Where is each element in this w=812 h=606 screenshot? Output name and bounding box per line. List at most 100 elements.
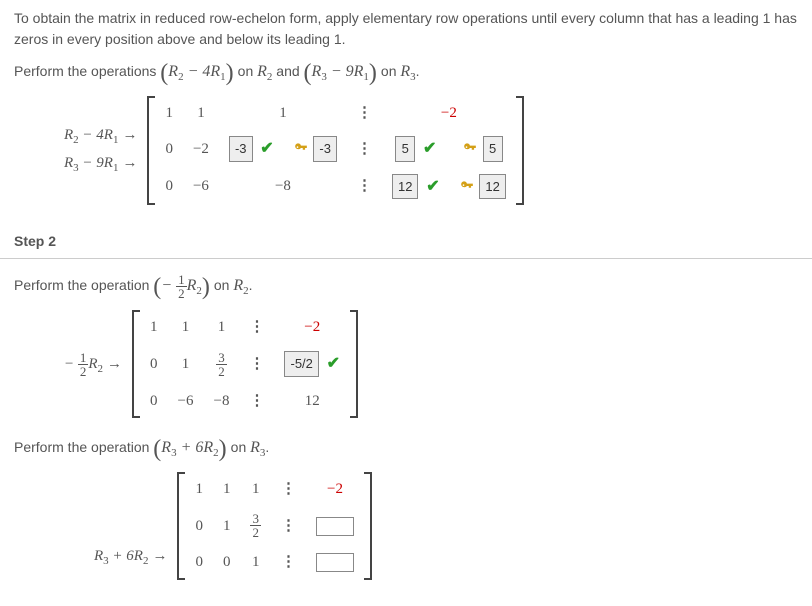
m-cell: 1 — [240, 472, 271, 507]
aug-sep: ⋮ — [239, 345, 274, 384]
ans-box[interactable]: -3 — [229, 136, 253, 162]
answer-cell: -3 ✔ — [219, 130, 284, 168]
on-r: R3 — [250, 439, 265, 456]
step2a-matrix-block: − 12R2→ 1 1 1 ⋮ −2 0 1 32 ⋮ -5/2 ✔ 0 −6 — [64, 310, 798, 418]
check-icon: ✔ — [422, 178, 439, 195]
m-cell: 1 — [185, 472, 213, 507]
m-cell: 0 — [213, 545, 241, 580]
answer-input[interactable] — [316, 553, 354, 572]
m-cell: 0 — [185, 506, 213, 545]
answer-cell — [306, 545, 364, 580]
on-r2: R2 — [257, 63, 272, 80]
aug-sep: ⋮ — [271, 545, 306, 580]
intro-text: To obtain the matrix in reduced row-eche… — [14, 8, 798, 50]
m-cell: 0 — [140, 345, 168, 384]
mid-text: on — [238, 63, 257, 79]
tail-dot: . — [249, 277, 253, 293]
m-cell: 1 — [183, 96, 219, 131]
m-aug: −2 — [382, 96, 516, 131]
step2b-perform: Perform the operation (R3 + 6R2) on R3. — [14, 436, 798, 462]
aug-sep: ⋮ — [347, 96, 382, 131]
m-cell: 1 — [155, 96, 183, 131]
m-cell: 1 — [213, 472, 241, 507]
m-cell: 32 — [204, 345, 240, 384]
ans-box[interactable]: 5 — [395, 136, 415, 162]
m-cell: −6 — [183, 168, 219, 206]
bracket-left — [132, 310, 140, 418]
step2a-perform: Perform the operation (− 12R2) on R2. — [14, 273, 798, 300]
op1-expr: (R2 − 4R1) — [160, 63, 237, 80]
m-cell: 32 — [240, 506, 271, 545]
m-aug: 12 — [274, 384, 350, 419]
perform-text: Perform the operations — [14, 63, 160, 79]
aug-sep: ⋮ — [239, 310, 274, 345]
key-icon — [460, 178, 474, 192]
m-cell: 0 — [155, 130, 183, 168]
answer-cell: -5/2 ✔ — [274, 345, 350, 384]
answer-cell — [306, 506, 364, 545]
m-cell: 1 — [168, 345, 204, 384]
step1-perform: Perform the operations (R2 − 4R1) on R2 … — [14, 60, 798, 86]
perform-text: Perform the operation — [14, 439, 153, 455]
step2a-matrix: 1 1 1 ⋮ −2 0 1 32 ⋮ -5/2 ✔ 0 −6 −8 ⋮ 12 — [140, 310, 350, 418]
op-expr: (R3 + 6R2) — [153, 439, 230, 456]
aug-sep: ⋮ — [239, 384, 274, 419]
step2b-row-ops: R3 + 6R2→ — [94, 541, 167, 574]
on-r3: R3 — [400, 63, 415, 80]
op-expr: (− 12R2) — [153, 277, 214, 294]
tail-dot: . — [265, 439, 269, 455]
key-icon — [294, 140, 308, 154]
mid2-text: on — [381, 63, 400, 79]
m-cell: 0 — [185, 545, 213, 580]
mid-text: on — [231, 439, 250, 455]
op2-expr: (R3 − 9R1) — [304, 63, 381, 80]
m-aug: −2 — [274, 310, 350, 345]
m-cell: 1 — [204, 310, 240, 345]
answer-input[interactable] — [316, 517, 354, 536]
key-cell: 12 — [450, 168, 516, 206]
key-icon — [463, 140, 477, 154]
mid-text: on — [214, 277, 233, 293]
aug-sep: ⋮ — [347, 130, 382, 168]
aug-sep: ⋮ — [271, 472, 306, 507]
bracket-right — [350, 310, 358, 418]
m-cell: 1 — [219, 96, 347, 131]
ans-box[interactable]: 12 — [479, 174, 505, 200]
ans-box[interactable]: 12 — [392, 174, 418, 200]
m-cell: 1 — [240, 545, 271, 580]
key-cell: -3 — [284, 130, 347, 168]
and-text: and — [276, 63, 303, 79]
perform-text: Perform the operation — [14, 277, 153, 293]
step2a-row-ops: − 12R2→ — [64, 347, 122, 382]
step2-header: Step 2 — [0, 225, 812, 259]
on-r: R2 — [233, 277, 248, 294]
m-cell: 0 — [155, 168, 183, 206]
ans-box[interactable]: 5 — [483, 136, 503, 162]
m-cell: 0 — [140, 384, 168, 419]
bracket-left — [177, 472, 185, 580]
bracket-right — [364, 472, 372, 580]
answer-cell: 5 ✔ — [382, 130, 450, 168]
aug-sep: ⋮ — [347, 168, 382, 206]
aug-sep: ⋮ — [271, 506, 306, 545]
tail-dot: . — [416, 63, 420, 79]
check-icon: ✔ — [256, 140, 273, 157]
step2b-matrix-block: R3 + 6R2→ 1 1 1 ⋮ −2 0 1 32 ⋮ 0 0 1 ⋮ — [94, 472, 798, 580]
key-cell: 5 — [450, 130, 516, 168]
ans-box[interactable]: -5/2 — [284, 351, 318, 377]
m-aug: −2 — [306, 472, 364, 507]
m-cell: 1 — [213, 506, 241, 545]
m-cell: 1 — [168, 310, 204, 345]
m-cell: −6 — [168, 384, 204, 419]
m-cell: −2 — [183, 130, 219, 168]
step1-matrix: 1 1 1 ⋮ −2 0 −2 -3 ✔ -3 ⋮ 5 ✔ — [155, 96, 515, 206]
bracket-right — [516, 96, 524, 206]
check-icon: ✔ — [419, 140, 436, 157]
answer-cell: 12 ✔ — [382, 168, 450, 206]
step1-matrix-block: R2 − 4R1→ R3 − 9R1→ 1 1 1 ⋮ −2 0 −2 -3 ✔… — [64, 96, 798, 206]
step1-row-ops: R2 − 4R1→ R3 − 9R1→ — [64, 120, 137, 181]
step2b-matrix: 1 1 1 ⋮ −2 0 1 32 ⋮ 0 0 1 ⋮ — [185, 472, 364, 580]
ans-box[interactable]: -3 — [313, 136, 337, 162]
check-icon: ✔ — [323, 355, 340, 372]
m-cell: −8 — [219, 168, 347, 206]
